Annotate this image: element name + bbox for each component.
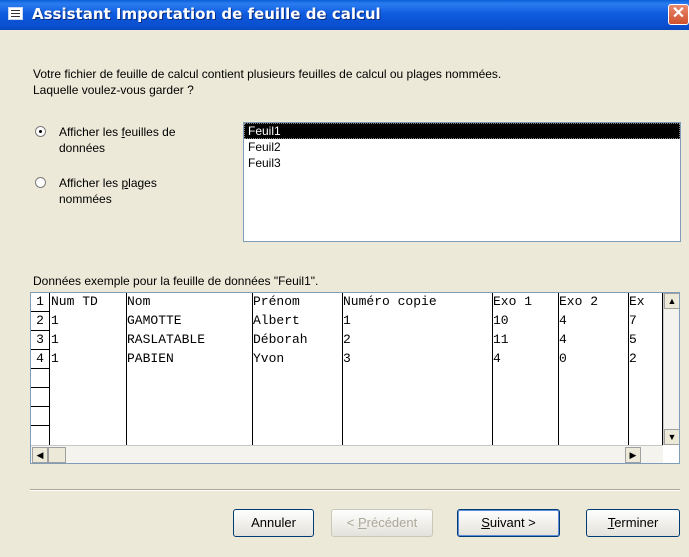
radio-sheets-label-pre: Afficher les <box>59 125 122 139</box>
list-item-feuil3[interactable]: Feuil3 <box>244 155 680 171</box>
close-button[interactable]: ✕ <box>668 4 689 25</box>
grid-row-number: 4 <box>31 351 50 367</box>
grid-cell: RASLATABLE <box>127 332 206 347</box>
previous-button[interactable]: < Précédent <box>331 509 433 537</box>
grid-cell: 11 <box>493 332 509 347</box>
vertical-scrollbar[interactable]: ▲ ▼ <box>663 293 679 445</box>
grid-cell: 4 <box>559 332 567 347</box>
intro-line-1: Votre fichier de feuille de calcul conti… <box>33 67 502 81</box>
grid-header-cell: Exo 1 <box>493 294 533 309</box>
grid-header-cell: Numéro copie <box>343 294 437 309</box>
grid-header-cell: Prénom <box>253 294 300 309</box>
cancel-button[interactable]: Annuler <box>233 509 314 537</box>
finish-button[interactable]: Terminer <box>586 509 680 537</box>
grid-cell: Yvon <box>253 351 285 366</box>
next-button[interactable]: Suivant > <box>457 509 560 537</box>
grid-cell: 0 <box>559 351 567 366</box>
datasheet-icon <box>8 7 23 20</box>
radio-ranges-label[interactable]: Afficher les plages nommées <box>59 175 229 207</box>
radio-sheets[interactable] <box>35 126 46 137</box>
grid-cell: PABIEN <box>127 351 174 366</box>
grid-cell: 7 <box>629 313 637 328</box>
finish-label-post: erminer <box>614 515 659 530</box>
previous-label-post: récédent <box>366 515 418 530</box>
grid-cell: GAMOTTE <box>127 313 182 328</box>
grid-row-number: 1 <box>31 294 50 310</box>
intro-text: Votre fichier de feuille de calcul conti… <box>33 66 673 98</box>
grid-cell: 2 <box>343 332 351 347</box>
horizontal-scroll-thumb[interactable] <box>48 447 66 463</box>
radio-sheets-label-post: euilles de <box>124 125 176 139</box>
grid-cell: 2 <box>629 351 637 366</box>
grid-cell: 1 <box>343 313 351 328</box>
title-bar[interactable]: Assistant Importation de feuille de calc… <box>0 0 689 30</box>
sheet-listbox[interactable]: Feuil1 Feuil2 Feuil3 <box>243 122 681 242</box>
scroll-right-button[interactable]: ▶ <box>625 447 641 463</box>
grid-cell: 4 <box>559 313 567 328</box>
next-accesskey: S <box>481 515 490 530</box>
sample-data-label: Données exemple pour la feuille de donné… <box>33 274 319 288</box>
radio-ranges-label-post: lages <box>128 176 157 190</box>
horizontal-scrollbar[interactable]: ◀ ▶ <box>31 445 663 463</box>
grid-row-header-divider <box>31 349 50 350</box>
grid-cell: 3 <box>343 351 351 366</box>
next-label-post: uivant > <box>489 515 536 530</box>
grid-row-header-divider <box>31 330 50 331</box>
grid-cell: 5 <box>629 332 637 347</box>
grid-cell: 1 <box>51 351 59 366</box>
grid-cell: 4 <box>493 351 501 366</box>
grid-row-header-divider <box>31 311 50 312</box>
window-title: Assistant Importation de feuille de calc… <box>32 5 381 23</box>
grid-header-cell: Num TD <box>51 294 98 309</box>
previous-accesskey: P <box>357 515 367 530</box>
scroll-down-button[interactable]: ▼ <box>664 429 679 445</box>
grid-row-header-divider <box>31 425 50 426</box>
grid-row-header-divider <box>31 387 50 388</box>
button-separator <box>30 489 680 491</box>
previous-label-pre: < <box>346 515 358 530</box>
radio-sheets-label[interactable]: Afficher les feuilles de données <box>59 124 229 156</box>
grid-header-cell: Exo 2 <box>559 294 599 309</box>
list-item-feuil2[interactable]: Feuil2 <box>244 139 680 155</box>
grid-cell: 10 <box>493 313 509 328</box>
scroll-left-button[interactable]: ◀ <box>32 447 48 463</box>
intro-line-2: Laquelle voulez-vous garder ? <box>33 83 194 97</box>
sample-data-grid[interactable]: 1 Num TD Nom Prénom Numéro copie Exo 1 Exo 2 Ex… <box>30 292 680 464</box>
grid-row-number: 2 <box>31 313 50 329</box>
grid-header-cell: Ex <box>629 294 645 309</box>
grid-row-number: 3 <box>31 332 50 348</box>
grid-cell: 1 <box>51 313 59 328</box>
scroll-up-button[interactable]: ▲ <box>664 293 679 309</box>
grid-row-header-divider <box>31 368 50 369</box>
radio-ranges[interactable] <box>35 177 46 188</box>
list-item-feuil1[interactable]: Feuil1 <box>244 123 680 139</box>
grid-header-cell: Nom <box>127 294 151 309</box>
radio-ranges-label-line2: nommées <box>59 192 112 206</box>
grid-cell: Albert <box>253 313 300 328</box>
grid-cell: Déborah <box>253 332 308 347</box>
radio-sheets-label-line2: données <box>59 141 106 155</box>
radio-ranges-label-pre: Afficher les <box>59 176 122 190</box>
grid-cell: 1 <box>51 332 59 347</box>
grid-row-header-divider <box>31 406 50 407</box>
